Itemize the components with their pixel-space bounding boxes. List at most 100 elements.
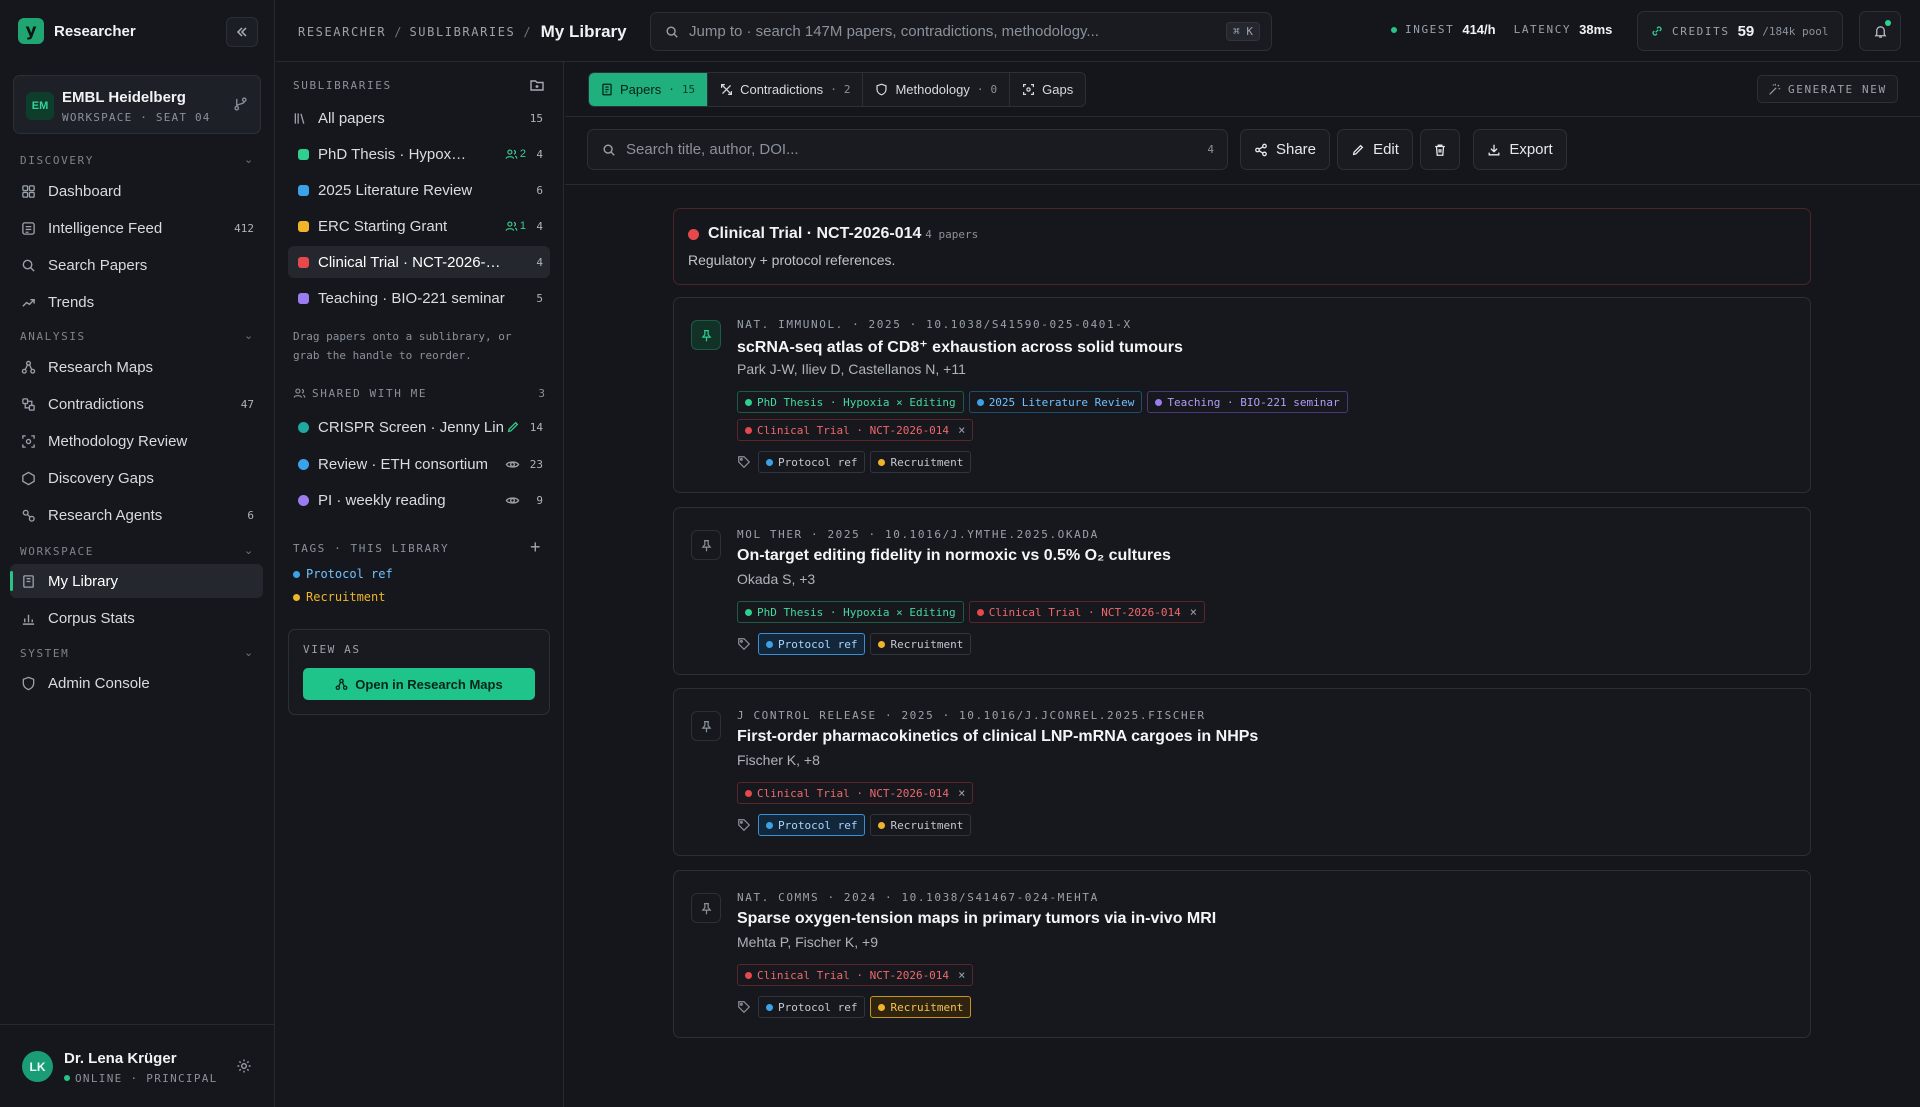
nav-my-library[interactable]: My Library bbox=[10, 564, 263, 598]
paper-card[interactable]: J CONTROL RELEASE · 2025 · 10.1016/J.JCO… bbox=[673, 688, 1811, 856]
chip-dot bbox=[878, 640, 886, 648]
nav-intelligence-feed[interactable]: Intelligence Feed 412 bbox=[10, 211, 263, 245]
sublibrary-chip[interactable]: Clinical Trial · NCT-2026-014 × bbox=[737, 782, 974, 804]
sublibrary-clinical-trial[interactable]: Clinical Trial · NCT-2026-014 4 bbox=[288, 246, 550, 278]
pin-button[interactable] bbox=[691, 711, 721, 741]
nav-methodology-review[interactable]: Methodology Review bbox=[10, 424, 263, 458]
nav-discovery-gaps[interactable]: Discovery Gaps bbox=[10, 461, 263, 495]
sublibrary-2025-literature-review[interactable]: 2025 Literature Review 6 bbox=[288, 174, 550, 206]
nav-contradictions[interactable]: Contradictions 47 bbox=[10, 387, 263, 421]
remove-icon[interactable]: × bbox=[958, 423, 965, 437]
credits-badge[interactable]: CREDITS 59 /184k pool bbox=[1637, 11, 1843, 51]
pencil-icon bbox=[1352, 144, 1364, 155]
chevron-down-icon[interactable]: ⌄ bbox=[244, 544, 253, 557]
paper-card[interactable]: NAT. IMMUNOL. · 2025 · 10.1038/S41590-02… bbox=[673, 297, 1811, 493]
sublibrary-all-papers[interactable]: All papers 15 bbox=[288, 102, 550, 134]
export-button[interactable]: Export bbox=[1473, 129, 1567, 170]
tab-methodology[interactable]: Methodology · 0 bbox=[863, 73, 1011, 106]
nav-dashboard[interactable]: Dashboard bbox=[10, 174, 263, 208]
shared-pi-weekly-reading[interactable]: PI · weekly reading 9 bbox=[298, 486, 550, 514]
library-search-input[interactable] bbox=[626, 141, 1186, 158]
pin-button[interactable] bbox=[691, 320, 721, 350]
collaborators-count: 1 bbox=[519, 220, 526, 232]
tag-chip[interactable]: Recruitment bbox=[870, 451, 972, 473]
sublibrary-chip[interactable]: Clinical Trial · NCT-2026-014 × bbox=[737, 419, 974, 441]
nav-label: Intelligence Feed bbox=[48, 219, 163, 237]
tab-papers[interactable]: Papers · 15 bbox=[589, 73, 709, 106]
pin-button[interactable] bbox=[691, 530, 721, 560]
nav-search-papers[interactable]: Search Papers bbox=[10, 248, 263, 282]
user-name: Dr. Lena Krüger bbox=[64, 1050, 177, 1067]
paper-card[interactable]: NAT. COMMS · 2024 · 10.1038/S41467-024-M… bbox=[673, 870, 1811, 1038]
sublibrary-chip[interactable]: Teaching · BIO-221 seminar bbox=[1147, 391, 1348, 413]
sublibrary-teaching[interactable]: Teaching · BIO-221 seminar 5 bbox=[288, 282, 550, 314]
delete-button[interactable] bbox=[1420, 129, 1460, 170]
nav-corpus-stats[interactable]: Corpus Stats bbox=[10, 601, 263, 635]
avatar[interactable]: LK bbox=[22, 1051, 53, 1082]
share-button[interactable]: Share bbox=[1240, 129, 1330, 170]
search-icon bbox=[603, 143, 615, 156]
breadcrumb-researcher[interactable]: RESEARCHER bbox=[298, 25, 386, 39]
tag-chip[interactable]: Protocol ref bbox=[758, 451, 866, 473]
gear-icon[interactable] bbox=[236, 1058, 252, 1074]
sublibrary-chip[interactable]: Clinical Trial · NCT-2026-014 × bbox=[968, 601, 1205, 623]
remove-icon[interactable]: × bbox=[1190, 605, 1197, 619]
open-research-maps-button[interactable]: Open in Research Maps bbox=[303, 668, 535, 700]
tag-chip[interactable]: Protocol ref bbox=[758, 814, 866, 836]
brand[interactable]: y Researcher bbox=[18, 18, 136, 44]
nav-research-agents[interactable]: Research Agents 6 bbox=[10, 498, 263, 532]
tag-chip[interactable]: Protocol ref bbox=[758, 633, 866, 655]
tag-chip[interactable]: Protocol ref bbox=[758, 996, 866, 1018]
library-search[interactable]: 4 bbox=[587, 129, 1228, 170]
shared-eth-consortium[interactable]: Review · ETH consortium 23 bbox=[298, 450, 550, 478]
tag-protocol-ref[interactable]: Protocol ref bbox=[293, 567, 393, 581]
section-system: SYSTEM bbox=[20, 647, 70, 660]
paper-title[interactable]: Sparse oxygen-tension maps in primary tu… bbox=[737, 910, 1216, 928]
sublibrary-chip[interactable]: PhD Thesis · Hypoxia × Editing bbox=[737, 601, 964, 623]
tag-chip[interactable]: Recruitment bbox=[870, 814, 972, 836]
ingest-value: 414/h bbox=[1462, 22, 1496, 37]
switch-branch-icon[interactable] bbox=[233, 96, 248, 111]
nav-admin-console[interactable]: Admin Console bbox=[10, 666, 263, 700]
chevron-down-icon[interactable]: ⌄ bbox=[244, 646, 253, 659]
shared-crispr-screen[interactable]: CRISPR Screen · Jenny Lin 14 bbox=[298, 413, 550, 441]
generate-new-button[interactable]: GENERATE NEW bbox=[1757, 75, 1898, 103]
tag-chip[interactable]: Recruitment bbox=[870, 996, 972, 1018]
nav-trends[interactable]: Trends bbox=[10, 285, 263, 319]
chevron-down-icon[interactable]: ⌄ bbox=[244, 153, 253, 166]
page-title: My Library bbox=[540, 22, 627, 41]
paper-meta: MOL THER · 2025 · 10.1016/J.YMTHE.2025.O… bbox=[737, 528, 1099, 541]
new-folder-icon[interactable] bbox=[529, 77, 545, 93]
sublibrary-label: 2025 Literature Review bbox=[318, 181, 473, 199]
breadcrumb-sublibraries[interactable]: SUBLIBRARIES bbox=[409, 25, 515, 39]
paper-title[interactable]: scRNA-seq atlas of CD8⁺ exhaustion acros… bbox=[737, 337, 1183, 357]
edit-button[interactable]: Edit bbox=[1337, 129, 1413, 170]
chevron-down-icon[interactable]: ⌄ bbox=[244, 329, 253, 342]
remove-icon[interactable]: × bbox=[958, 968, 965, 982]
paper-card[interactable]: MOL THER · 2025 · 10.1016/J.YMTHE.2025.O… bbox=[673, 507, 1811, 675]
tab-gaps[interactable]: Gaps bbox=[1010, 73, 1085, 106]
global-search-input[interactable] bbox=[689, 23, 1229, 40]
chip-dot bbox=[745, 971, 752, 979]
nav-label: Contradictions bbox=[48, 395, 144, 413]
app-name: Researcher bbox=[54, 22, 136, 40]
sublibrary-chip[interactable]: 2025 Literature Review bbox=[968, 391, 1143, 413]
sublibrary-phd-thesis[interactable]: PhD Thesis · Hypoxia × Editing 2 4 bbox=[288, 138, 550, 170]
tag-row: Protocol ref Recruitment bbox=[737, 633, 972, 655]
paper-title[interactable]: On-target editing fidelity in normoxic v… bbox=[737, 547, 1171, 565]
sublibrary-chip[interactable]: PhD Thesis · Hypoxia × Editing bbox=[737, 391, 964, 413]
tab-contradictions[interactable]: Contradictions · 2 bbox=[708, 73, 864, 106]
tag-chip[interactable]: Recruitment bbox=[870, 633, 972, 655]
pin-button[interactable] bbox=[691, 893, 721, 923]
nav-research-maps[interactable]: Research Maps bbox=[10, 350, 263, 384]
global-search[interactable]: ⌘ K bbox=[650, 12, 1272, 51]
workspace-switcher[interactable]: EM EMBL Heidelberg WORKSPACE · SEAT 04 bbox=[13, 75, 261, 134]
paper-title[interactable]: First-order pharmacokinetics of clinical… bbox=[737, 728, 1258, 746]
sublibrary-erc-starting-grant[interactable]: ERC Starting Grant 1 4 bbox=[288, 210, 550, 242]
collapse-sidebar-button[interactable] bbox=[226, 17, 258, 47]
remove-icon[interactable]: × bbox=[958, 786, 965, 800]
tag-recruitment[interactable]: Recruitment bbox=[293, 590, 385, 604]
add-tag-button[interactable]: + bbox=[530, 537, 541, 558]
sublibrary-chip[interactable]: Clinical Trial · NCT-2026-014 × bbox=[737, 964, 974, 986]
notifications-button[interactable] bbox=[1859, 11, 1901, 51]
